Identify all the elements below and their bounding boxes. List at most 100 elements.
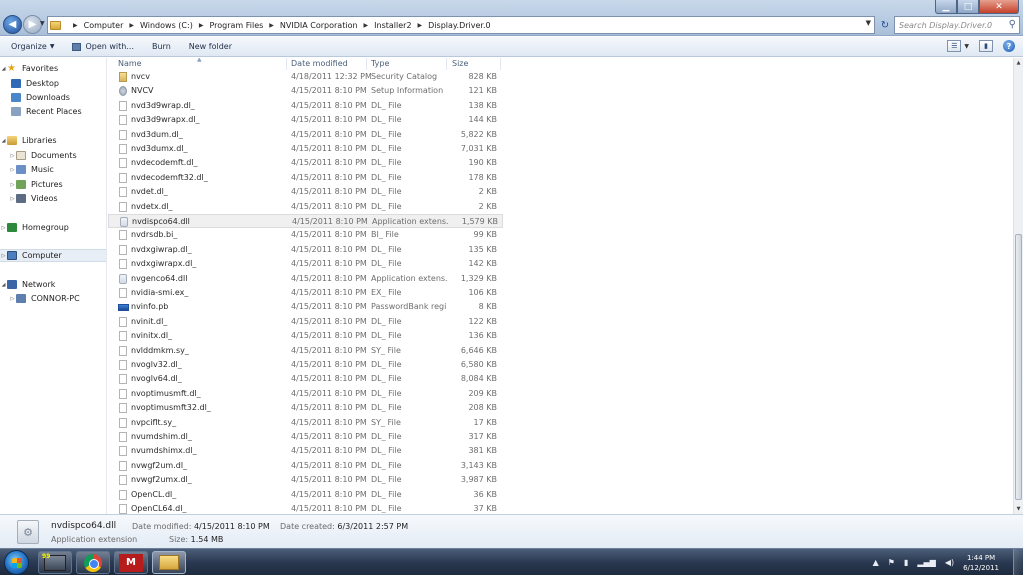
scroll-down-icon[interactable]: ▼ [1014,504,1023,514]
column-header-type[interactable]: Type [371,59,389,68]
file-row[interactable]: nvwgf2umx.dl_ 4/15/2011 8:10 PM DL_ File 3,… [108,473,503,487]
nav-item-documents[interactable]: ▷ Documents [0,149,106,162]
expand-icon[interactable]: ▷ [9,296,16,302]
search-input[interactable]: Search Display.Driver.0 ⚲ [894,16,1020,34]
vertical-scrollbar[interactable]: ▲ ▼ [1013,58,1023,514]
file-row[interactable]: nvoglv64.dl_ 4/15/2011 8:10 PM DL_ File 8,0… [108,372,503,386]
back-button[interactable]: ◀ [3,15,22,34]
close-button[interactable]: ✕ [979,0,1019,14]
action-center-flag-icon[interactable]: ⚑ [888,558,895,567]
nav-item-pictures[interactable]: ▷ Pictures [0,178,106,191]
file-row[interactable]: nvidia-smi.ex_ 4/15/2011 8:10 PM EX_ File 1… [108,286,503,300]
file-row[interactable]: nvd3d9wrapx.dl_ 4/15/2011 8:10 PM DL_ File… [108,113,503,127]
nav-item-videos[interactable]: ▷ Videos [0,192,106,205]
organize-button[interactable]: Organize ▼ [11,42,54,51]
breadcrumb-windows-c[interactable]: Windows (C:) [140,21,193,30]
breadcrumb-nvidia-corporation[interactable]: NVIDIA Corporation [280,21,358,30]
file-row[interactable]: OpenCL64.dl_ 4/15/2011 8:10 PM DL_ File 37 … [108,502,503,514]
scroll-up-icon[interactable]: ▲ [1014,58,1023,68]
chevron-right-icon[interactable]: ▶ [73,22,78,29]
nav-item-recent-places[interactable]: Recent Places [0,105,106,118]
file-row[interactable]: nvumdshimx.dl_ 4/15/2011 8:10 PM DL_ File 3… [108,444,503,458]
nav-item-computer[interactable]: ▷ Computer [0,249,106,262]
file-row[interactable]: nvinitx.dl_ 4/15/2011 8:10 PM DL_ File 136 … [108,329,503,343]
view-options-button[interactable]: ☰ [947,40,962,52]
collapse-icon[interactable]: ◢ [0,66,7,72]
file-row[interactable]: NVCV 4/15/2011 8:10 PM Setup Information 12… [108,84,503,98]
nav-item-connor-pc[interactable]: ▷ CONNOR-PC [0,292,106,305]
nav-item-desktop[interactable]: Desktop [0,77,106,90]
nav-item-homegroup[interactable]: ▷ Homegroup [0,221,106,234]
column-divider[interactable] [366,58,367,70]
file-row[interactable]: nvinit.dl_ 4/15/2011 8:10 PM DL_ File 122 K… [108,315,503,329]
expand-icon[interactable]: ▷ [9,153,16,159]
file-row[interactable]: OpenCL.dl_ 4/15/2011 8:10 PM DL_ File 36 KB [108,488,503,502]
column-header-date-modified[interactable]: Date modified [291,59,348,68]
scrollbar-thumb[interactable] [1015,234,1022,500]
help-button[interactable]: ? [1003,40,1015,52]
show-hidden-icons-icon[interactable]: ▲ [873,558,879,567]
clock[interactable]: 1:44 PM 6/12/2011 [963,553,999,573]
chevron-right-icon[interactable]: ▶ [269,22,274,29]
file-row[interactable]: nvdecodemft32.dl_ 4/15/2011 8:10 PM DL_ Fi… [108,171,503,185]
file-row[interactable]: nvpciflt.sy_ 4/15/2011 8:10 PM SY_ File 17 … [108,416,503,430]
open-with-button[interactable]: Open with... [72,42,134,51]
expand-icon[interactable]: ▷ [9,196,16,202]
column-header-name[interactable]: Name [118,59,142,68]
expand-icon[interactable]: ▷ [9,167,16,173]
file-row[interactable]: nvlddmkm.sy_ 4/15/2011 8:10 PM SY_ File 6,6… [108,344,503,358]
file-row[interactable]: nvwgf2um.dl_ 4/15/2011 8:10 PM DL_ File 3,1… [108,459,503,473]
file-row[interactable]: nvoptimusmft.dl_ 4/15/2011 8:10 PM DL_ Fil… [108,387,503,401]
address-bar[interactable]: ▶ Computer ▶ Windows (C:) ▶ Program File… [47,16,875,34]
expand-icon[interactable]: ▷ [0,253,7,259]
taskbar-app-m[interactable]: M [114,551,148,574]
column-divider[interactable] [286,58,287,70]
volume-icon[interactable]: ◀) [945,558,954,567]
chevron-down-icon[interactable]: ▼ [964,43,969,50]
chevron-right-icon[interactable]: ▶ [364,22,369,29]
breadcrumb-computer[interactable]: Computer [84,21,124,30]
chevron-right-icon[interactable]: ▶ [418,22,423,29]
wifi-signal-icon[interactable]: ▂▄▆ [917,558,935,567]
column-divider[interactable] [500,58,501,70]
breadcrumb-display-driver[interactable]: Display.Driver.0 [428,21,490,30]
file-row[interactable]: nvdxgiwrap.dl_ 4/15/2011 8:10 PM DL_ File 1… [108,243,503,257]
collapse-icon[interactable]: ◢ [0,138,7,144]
nav-item-downloads[interactable]: Downloads [0,91,106,104]
file-row[interactable]: nvdxgiwrapx.dl_ 4/15/2011 8:10 PM DL_ File… [108,257,503,271]
search-icon[interactable]: ⚲ [1009,19,1016,30]
file-row[interactable]: nvcv 4/18/2011 12:32 PM Security Catalog 82… [108,70,503,84]
file-row[interactable]: nvd3dumx.dl_ 4/15/2011 8:10 PM DL_ File 7,0… [108,142,503,156]
breadcrumb-program-files[interactable]: Program Files [209,21,263,30]
maximize-button[interactable]: □ [957,0,979,14]
taskbar-chrome[interactable] [76,551,110,574]
nav-item-music[interactable]: ▷ Music [0,163,106,176]
battery-icon[interactable]: ▮ [904,558,908,567]
nav-item-network[interactable]: ◢ Network [0,278,106,291]
taskbar-explorer[interactable] [152,551,186,574]
file-row[interactable]: nvdecodemft.dl_ 4/15/2011 8:10 PM DL_ File… [108,156,503,170]
collapse-icon[interactable]: ◢ [0,282,7,288]
new-folder-button[interactable]: New folder [189,42,232,51]
column-divider[interactable] [446,58,447,70]
file-row[interactable]: nvinfo.pb 4/15/2011 8:10 PM PasswordBank r… [108,300,503,314]
minimize-button[interactable]: ▁ [935,0,957,14]
file-row[interactable]: nvd3d9wrap.dl_ 4/15/2011 8:10 PM DL_ File 1… [108,99,503,113]
file-row[interactable]: nvoptimusmft32.dl_ 4/15/2011 8:10 PM DL_ F… [108,401,503,415]
show-desktop-button[interactable] [1013,549,1023,575]
file-row[interactable]: nvoglv32.dl_ 4/15/2011 8:10 PM DL_ File 6,5… [108,358,503,372]
column-header-size[interactable]: Size [452,59,468,68]
file-row[interactable]: nvdrsdb.bi_ 4/15/2011 8:10 PM BI_ File 99 K… [108,228,503,242]
file-row[interactable]: nvd3dum.dl_ 4/15/2011 8:10 PM DL_ File 5,82… [108,128,503,142]
expand-icon[interactable]: ▷ [9,182,16,188]
preview-pane-button[interactable]: ▮ [979,40,993,52]
chevron-right-icon[interactable]: ▶ [199,22,204,29]
file-row[interactable]: nvdispco64.dll 4/15/2011 8:10 PM Applicati… [108,214,503,228]
file-row[interactable]: nvgenco64.dll 4/15/2011 8:10 PM Applicatio… [108,272,503,286]
file-row[interactable]: nvumdshim.dl_ 4/15/2011 8:10 PM DL_ File 31… [108,430,503,444]
refresh-button[interactable]: ↻ [877,16,893,34]
breadcrumb-installer2[interactable]: Installer2 [374,21,411,30]
nav-item-libraries[interactable]: ◢ Libraries [0,134,106,147]
taskbar-media-app[interactable]: 99 [38,551,72,574]
chevron-right-icon[interactable]: ▶ [129,22,134,29]
